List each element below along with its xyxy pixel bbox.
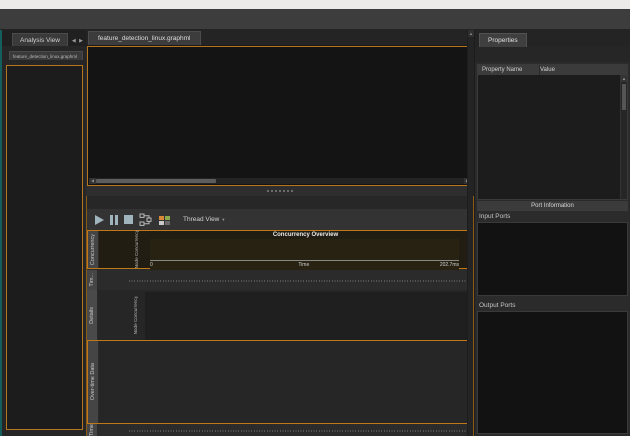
flame-file-tab[interactable]: feature_detection_linux.graphml: [9, 51, 83, 60]
tab-timeline[interactable]: Tim...: [87, 270, 98, 290]
flow-graph[interactable]: [88, 47, 472, 177]
overtime-data-section: Over-time Data: [87, 340, 472, 424]
pause-button[interactable]: [110, 215, 118, 225]
analysis-view-tabbar: Analysis View ◀ ▶: [2, 30, 86, 46]
property-grid-header: Property Name Value: [478, 65, 627, 75]
time-ruler-bottom: Time: [87, 424, 472, 436]
thread-view-dropdown[interactable]: Thread View▼: [183, 216, 225, 223]
document-tabbar: feature_detection_linux.graphml: [86, 30, 474, 46]
flow-view-icon[interactable]: [139, 213, 152, 226]
concurrency-overview-section: Concurrency Node Concurrency Concurrency…: [87, 230, 472, 269]
panel-border-right: [473, 196, 474, 436]
tab-details[interactable]: Details: [87, 290, 98, 340]
menu-bar: [0, 0, 630, 9]
center-panel: feature_detection_linux.graphml ◀ ▶ Thre…: [86, 30, 474, 436]
property-grid: Property Name Value ▲: [477, 64, 628, 200]
tab-overtime-data[interactable]: Over-time Data: [88, 341, 99, 423]
input-ports-label: Input Ports: [479, 213, 510, 220]
tab-graphml-document[interactable]: feature_detection_linux.graphml: [88, 31, 201, 45]
properties-panel: Properties Property Name Value ▲ Port In…: [474, 30, 630, 436]
details-y-axis-label: Node Concurrency: [133, 292, 138, 338]
graph-canvas[interactable]: ◀ ▶: [87, 46, 473, 186]
overview-title: Concurrency Overview: [150, 232, 461, 238]
panel-splitter[interactable]: [86, 186, 474, 196]
scroll-thumb[interactable]: [96, 179, 216, 183]
time-ruler-top: Tim...: [87, 270, 472, 290]
overview-x-axis: 0 Time 202.7ms: [150, 260, 459, 267]
chevron-down-icon: ▼: [221, 217, 225, 222]
legend-colors-icon[interactable]: [158, 213, 171, 226]
analysis-view-panel: Analysis View ◀ ▶ feature_detection_linu…: [0, 30, 86, 436]
input-ports-table: [477, 222, 628, 296]
properties-subtabs: [475, 47, 630, 62]
properties-tabbar: Properties: [475, 30, 630, 47]
app-window: Analysis View ◀ ▶ feature_detection_linu…: [0, 0, 630, 436]
port-information-header: Port Information: [477, 201, 628, 211]
play-button[interactable]: [95, 215, 104, 225]
scroll-left-icon[interactable]: ◀: [89, 178, 96, 184]
scroll-up-icon[interactable]: ▲: [621, 75, 627, 82]
output-ports-table: [477, 311, 628, 434]
scroll-thumb[interactable]: [622, 84, 626, 110]
stop-button[interactable]: [124, 215, 133, 224]
tab-concurrency[interactable]: Concurrency: [88, 231, 99, 268]
tab-properties[interactable]: Properties: [479, 33, 527, 47]
tab-scroll-arrows[interactable]: ◀ ▶: [72, 38, 86, 46]
output-ports-label: Output Ports: [479, 302, 516, 309]
trace-controls: Thread View▼: [87, 209, 473, 230]
bottom-tabbar: [87, 196, 473, 209]
tab-analysis-view[interactable]: Analysis View: [12, 33, 68, 46]
main-toolbar: [0, 9, 630, 30]
details-section: Details Node Concurrency: [87, 290, 472, 340]
tab-time[interactable]: Time: [87, 424, 98, 436]
flame-graph: [6, 65, 83, 430]
graph-hscrollbar[interactable]: ◀ ▶: [89, 178, 471, 184]
splitter-grip-icon: [267, 190, 293, 193]
panel-border-left: [86, 196, 87, 436]
overview-y-axis-label: Node Concurrency: [134, 233, 139, 266]
property-grid-vscrollbar[interactable]: ▲: [620, 75, 627, 199]
